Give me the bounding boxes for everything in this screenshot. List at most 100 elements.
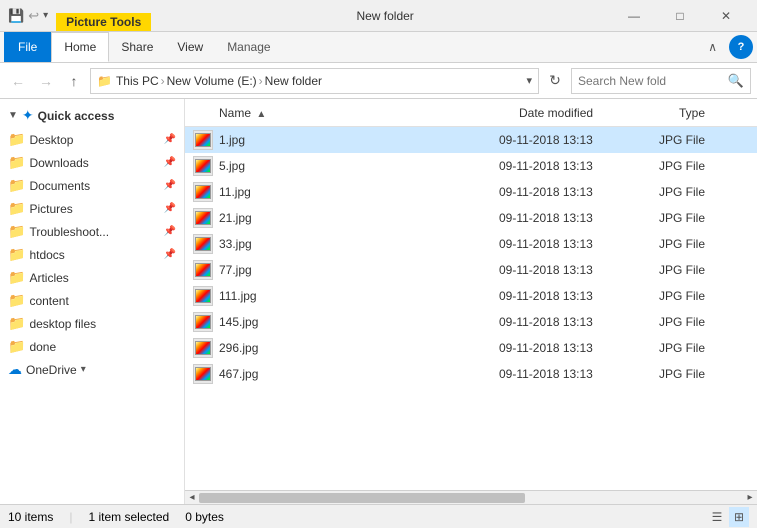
file-size: 0 bytes (185, 510, 224, 524)
hscroll-area: ◂ ▸ (185, 490, 757, 504)
quick-access-label: Quick access (38, 109, 115, 123)
file-date: 09-11-2018 13:13 (499, 159, 659, 173)
view-buttons: ☰ ⊞ (707, 507, 749, 527)
table-row[interactable]: 145.jpg 09-11-2018 13:13 JPG File (185, 309, 757, 335)
sidebar-item-content[interactable]: 📁 content (0, 289, 184, 312)
quick-access-star-icon: ✦ (22, 107, 34, 124)
sidebar-item-articles[interactable]: 📁 Articles (0, 266, 184, 289)
onedrive-icon: ☁ (8, 361, 22, 378)
sidebar-item-htdocs[interactable]: 📁 htdocs 📌 (0, 243, 184, 266)
file-icon (193, 208, 213, 228)
tab-file[interactable]: File (4, 32, 51, 62)
tab-view[interactable]: View (165, 32, 215, 62)
file-date: 09-11-2018 13:13 (499, 367, 659, 381)
sidebar-label: Troubleshoot... (29, 225, 161, 239)
table-row[interactable]: 296.jpg 09-11-2018 13:13 JPG File (185, 335, 757, 361)
undo-icon[interactable]: ↩ (28, 8, 39, 24)
file-icon (193, 364, 213, 384)
table-row[interactable]: 33.jpg 09-11-2018 13:13 JPG File (185, 231, 757, 257)
table-row[interactable]: 77.jpg 09-11-2018 13:13 JPG File (185, 257, 757, 283)
file-icon (193, 338, 213, 358)
sidebar-item-onedrive[interactable]: ☁ OneDrive ▾ (0, 358, 184, 381)
column-header: Name ▲ Date modified Type (185, 99, 757, 127)
ribbon-collapse-icon[interactable]: ∧ (700, 40, 725, 54)
file-type: JPG File (659, 237, 749, 251)
file-type: JPG File (659, 315, 749, 329)
forward-button[interactable]: → (34, 69, 58, 93)
up-button[interactable]: ↑ (62, 69, 86, 93)
expand-icon[interactable]: ▼ (8, 110, 18, 121)
file-icon (193, 286, 213, 306)
col-header-name[interactable]: Name ▲ (219, 106, 519, 120)
tab-home[interactable]: Home (51, 32, 109, 62)
close-button[interactable]: ✕ (703, 0, 749, 32)
folder-icon: 📁 (8, 338, 25, 355)
tiles-view-button[interactable]: ⊞ (729, 507, 749, 527)
pin-icon: 📌 (164, 157, 176, 168)
path-volume: New Volume (E:) (167, 74, 257, 88)
table-row[interactable]: 111.jpg 09-11-2018 13:13 JPG File (185, 283, 757, 309)
maximize-button[interactable]: □ (657, 0, 703, 32)
hscroll-thumb[interactable] (199, 493, 525, 503)
address-path[interactable]: 📁 This PC › New Volume (E:) › New folder… (90, 68, 539, 94)
search-input[interactable] (578, 74, 724, 88)
ribbon: File Home Share View Manage ∧ ? (0, 32, 757, 63)
table-row[interactable]: 1.jpg 09-11-2018 13:13 JPG File (185, 127, 757, 153)
path-dropdown-icon[interactable]: ▾ (526, 74, 532, 87)
sidebar-item-documents[interactable]: 📁 Documents 📌 (0, 174, 184, 197)
quick-access-header: ▼ ✦ Quick access (0, 103, 184, 128)
hscroll-track[interactable] (199, 491, 743, 505)
file-date: 09-11-2018 13:13 (499, 315, 659, 329)
status-bar: 10 items | 1 item selected 0 bytes ☰ ⊞ (0, 504, 757, 528)
col-header-type[interactable]: Type (679, 106, 749, 120)
sidebar-item-desktop[interactable]: 📁 Desktop 📌 (0, 128, 184, 151)
onedrive-label: OneDrive (26, 363, 77, 377)
sidebar-expand-icon[interactable]: ▾ (81, 364, 86, 375)
folder-icon: 📁 (8, 223, 25, 240)
search-box[interactable]: 🔍 (571, 68, 751, 94)
sidebar-label: Downloads (29, 156, 161, 170)
file-icon (193, 312, 213, 332)
sidebar-item-pictures[interactable]: 📁 Pictures 📌 (0, 197, 184, 220)
file-name: 33.jpg (219, 237, 499, 251)
sidebar-label: done (29, 340, 176, 354)
ribbon-tabs: File Home Share View Manage ∧ ? (0, 32, 757, 62)
details-view-button[interactable]: ☰ (707, 507, 727, 527)
sidebar-item-done[interactable]: 📁 done (0, 335, 184, 358)
tab-share[interactable]: Share (109, 32, 165, 62)
file-name: 77.jpg (219, 263, 499, 277)
back-button[interactable]: ← (6, 69, 30, 93)
table-row[interactable]: 21.jpg 09-11-2018 13:13 JPG File (185, 205, 757, 231)
file-date: 09-11-2018 13:13 (499, 341, 659, 355)
picture-tools-tab[interactable]: Picture Tools (56, 13, 151, 31)
table-row[interactable]: 5.jpg 09-11-2018 13:13 JPG File (185, 153, 757, 179)
tab-manage[interactable]: Manage (215, 32, 282, 62)
hscroll-left-button[interactable]: ◂ (185, 491, 199, 505)
table-row[interactable]: 11.jpg 09-11-2018 13:13 JPG File (185, 179, 757, 205)
sidebar-label: Articles (29, 271, 176, 285)
path-folder: New folder (265, 74, 322, 88)
refresh-button[interactable]: ↻ (543, 69, 567, 93)
customize-quick-access-icon[interactable]: ▾ (43, 10, 48, 21)
col-header-date[interactable]: Date modified (519, 106, 679, 120)
sidebar: ▼ ✦ Quick access 📁 Desktop 📌 📁 Downloads… (0, 99, 185, 504)
sidebar-item-desktop-files[interactable]: 📁 desktop files (0, 312, 184, 335)
file-type: JPG File (659, 159, 749, 173)
file-icon (193, 182, 213, 202)
folder-icon: 📁 (8, 154, 25, 171)
hscroll-right-button[interactable]: ▸ (743, 491, 757, 505)
minimize-button[interactable]: — (611, 0, 657, 32)
sidebar-label: Pictures (29, 202, 161, 216)
folder-icon: 📁 (8, 200, 25, 217)
pin-icon: 📌 (164, 134, 176, 145)
file-date: 09-11-2018 13:13 (499, 185, 659, 199)
file-type: JPG File (659, 211, 749, 225)
help-button[interactable]: ? (729, 35, 753, 59)
sidebar-item-downloads[interactable]: 📁 Downloads 📌 (0, 151, 184, 174)
table-row[interactable]: 467.jpg 09-11-2018 13:13 JPG File (185, 361, 757, 387)
file-date: 09-11-2018 13:13 (499, 289, 659, 303)
sidebar-item-troubleshoot...[interactable]: 📁 Troubleshoot... 📌 (0, 220, 184, 243)
sidebar-label: desktop files (29, 317, 176, 331)
quick-save-icon[interactable]: 💾 (8, 8, 24, 24)
folder-icon: 📁 (8, 269, 25, 286)
